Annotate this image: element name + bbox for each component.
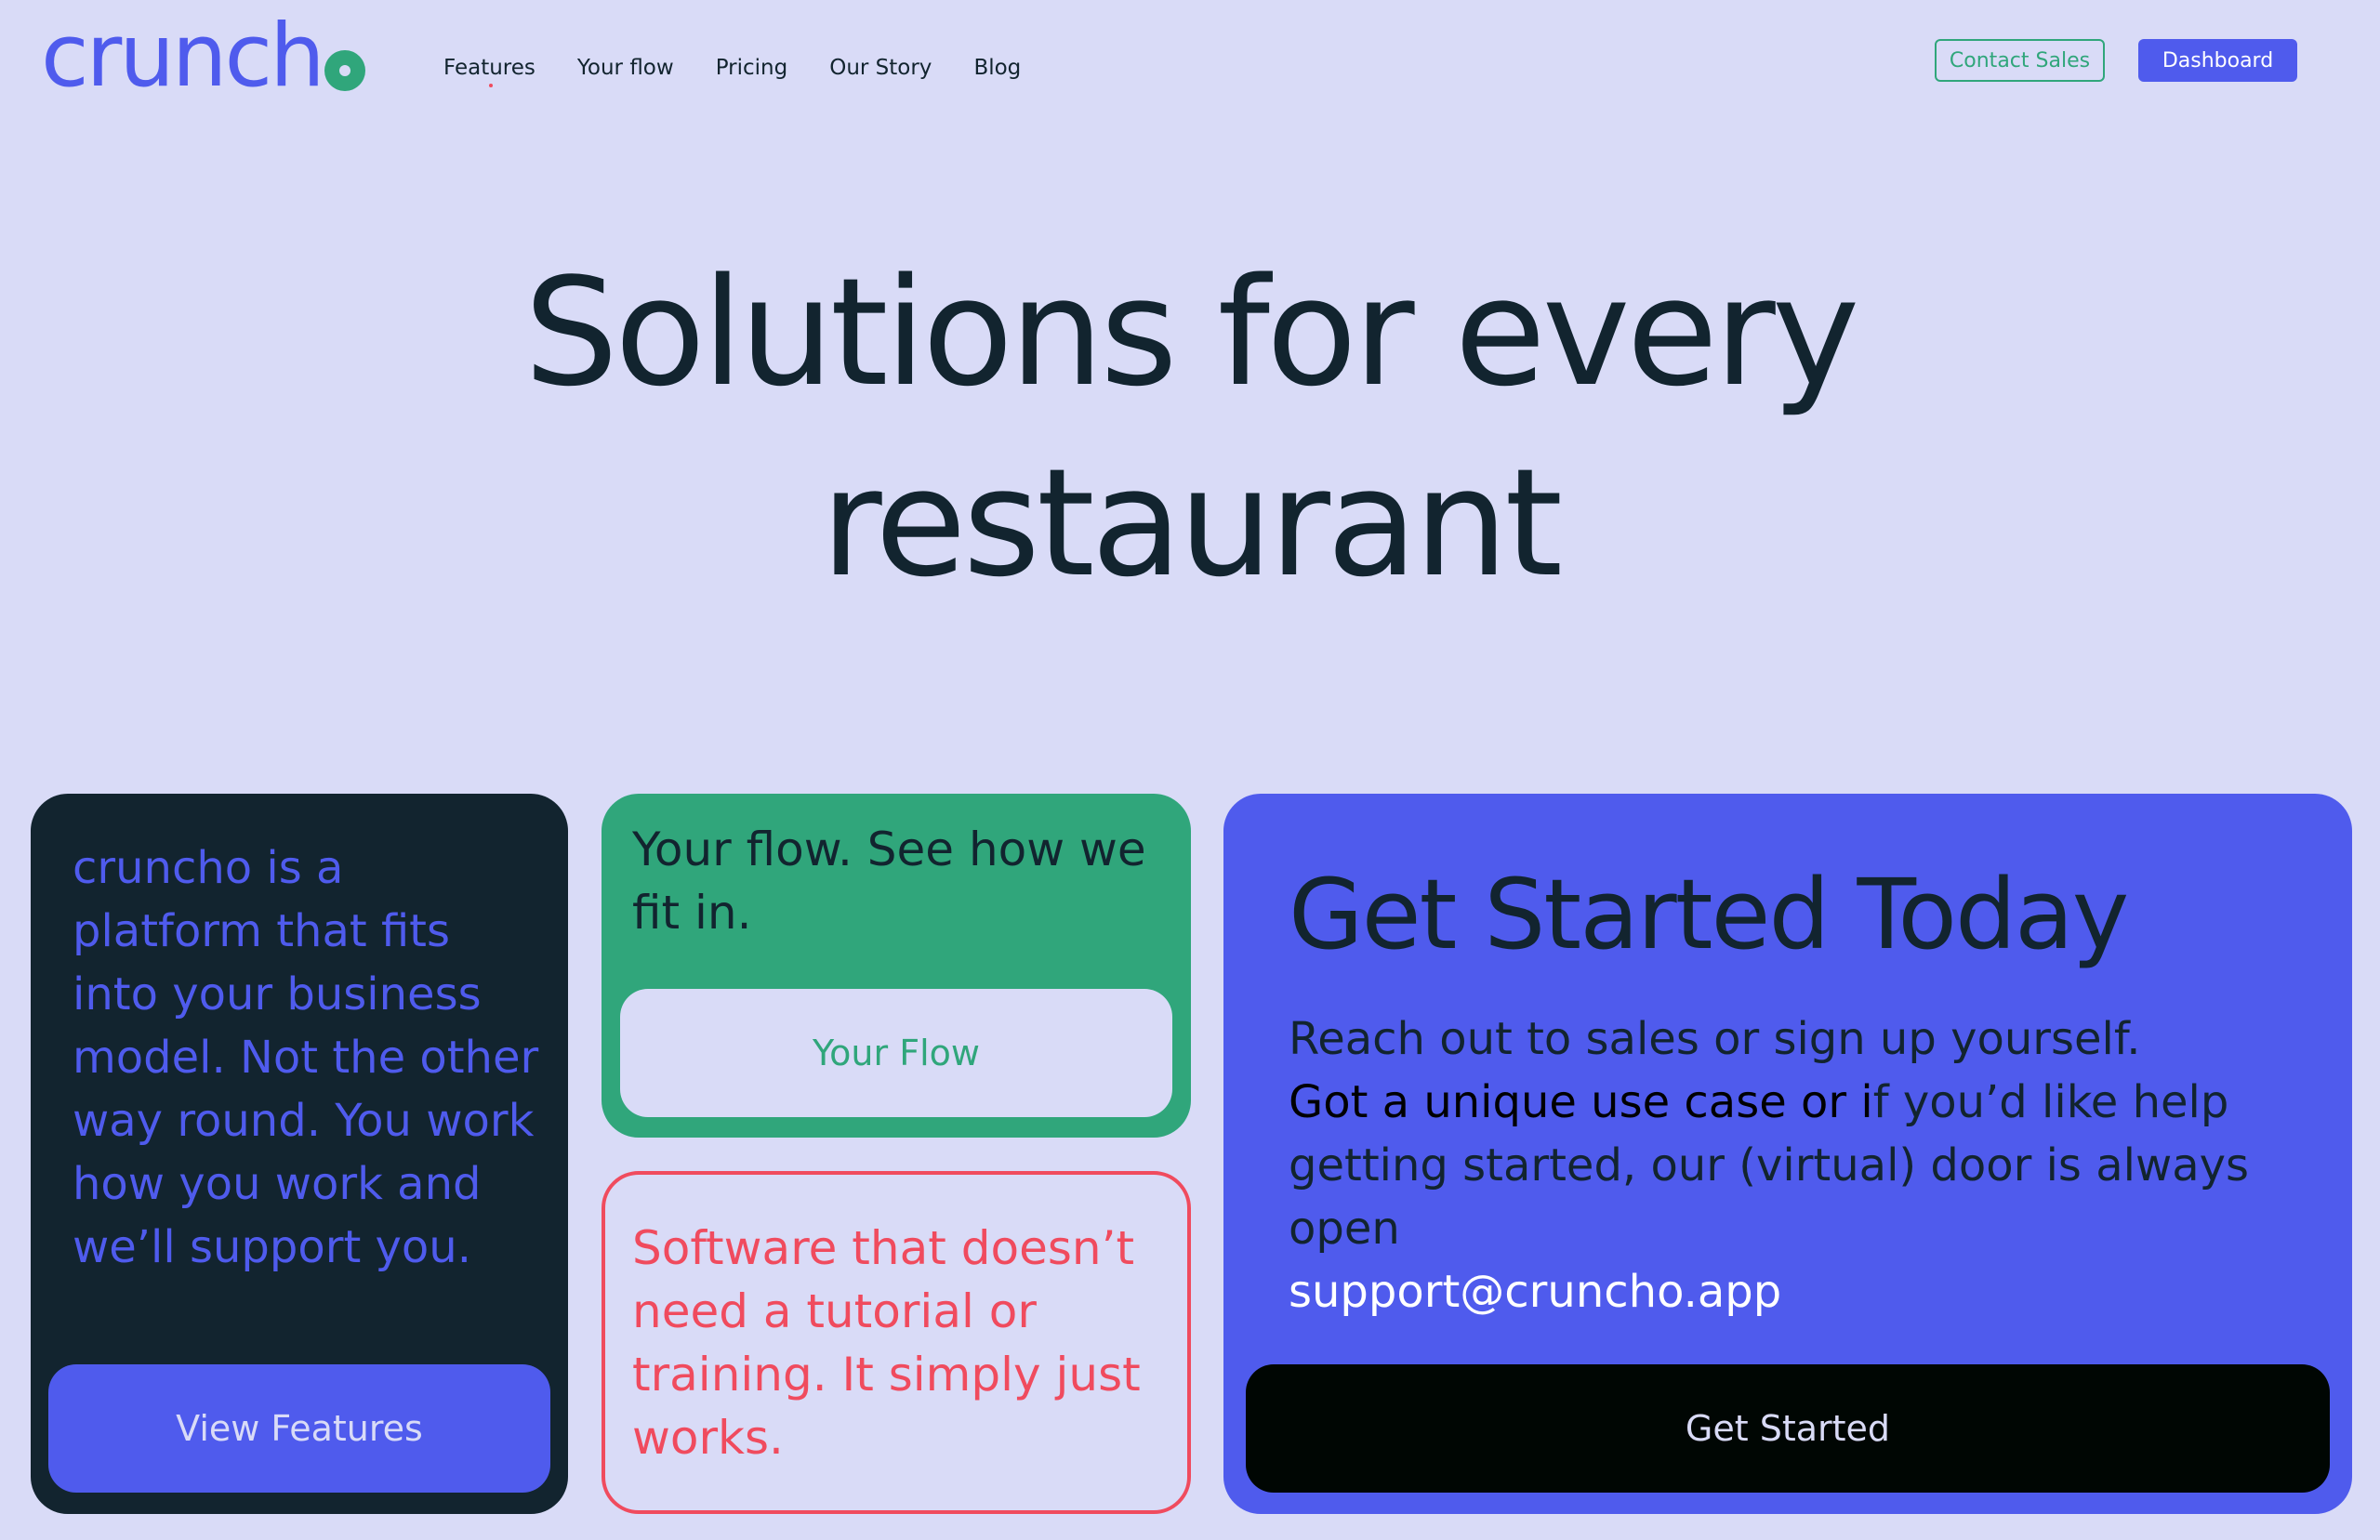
view-features-button[interactable]: View Features bbox=[48, 1364, 550, 1493]
logo-text: crunch bbox=[41, 6, 325, 107]
get-started-line-1: Reach out to sales or sign up yourself. bbox=[1289, 1013, 2141, 1065]
nav-blog[interactable]: Blog bbox=[973, 56, 1021, 80]
your-flow-button[interactable]: Your Flow bbox=[620, 989, 1172, 1117]
flow-text: Your flow. See how we fit in. bbox=[632, 823, 1146, 940]
platform-text: cruncho is a platform that fits into you… bbox=[73, 842, 539, 1273]
logo-o-icon bbox=[324, 50, 365, 91]
nav-your-flow[interactable]: Your flow bbox=[577, 56, 674, 80]
hero-line-1: Solutions for every bbox=[523, 245, 1860, 419]
cruncho-logo[interactable]: crunch bbox=[41, 13, 365, 100]
get-started-title: Get Started Today bbox=[1289, 858, 2129, 971]
contact-sales-button[interactable]: Contact Sales bbox=[1935, 39, 2105, 82]
nav-our-story[interactable]: Our Story bbox=[829, 56, 932, 80]
get-started-line-2: Got a unique use case or if you’d like h… bbox=[1289, 1071, 2330, 1260]
hero-line-2: restaurant bbox=[820, 436, 1563, 610]
hero-headline: Solutions for every restaurant bbox=[0, 237, 2380, 618]
nav-pricing[interactable]: Pricing bbox=[716, 56, 788, 80]
software-card: Software that doesn’t need a tutorial or… bbox=[602, 1171, 1191, 1514]
platform-card: cruncho is a platform that fits into you… bbox=[31, 794, 568, 1514]
main-nav: Features Your flow Pricing Our Story Blo… bbox=[443, 56, 1021, 87]
get-started-body: Reach out to sales or sign up yourself. … bbox=[1289, 1007, 2330, 1323]
support-email-link[interactable]: support@cruncho.app bbox=[1289, 1260, 2330, 1323]
nav-features[interactable]: Features bbox=[443, 56, 536, 87]
get-started-button[interactable]: Get Started bbox=[1246, 1364, 2330, 1493]
get-started-card: Get Started Today Reach out to sales or … bbox=[1223, 794, 2352, 1514]
software-text: Software that doesn’t need a tutorial or… bbox=[632, 1221, 1141, 1465]
unique-use-case-text: Got a unique use case or i bbox=[1289, 1076, 1873, 1128]
flow-card: Your flow. See how we fit in. Your Flow bbox=[602, 794, 1191, 1138]
dashboard-button[interactable]: Dashboard bbox=[2138, 39, 2297, 82]
